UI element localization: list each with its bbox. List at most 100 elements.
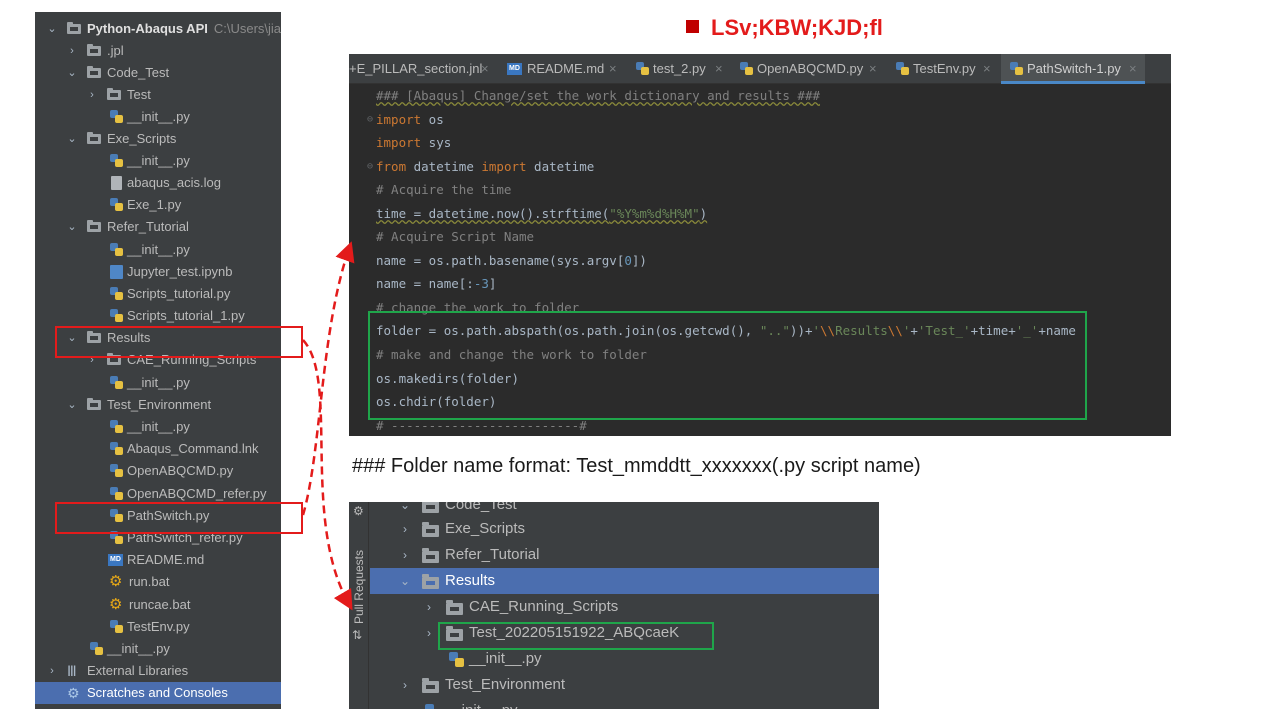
tree-item-jpl[interactable]: › .jpl [35, 40, 281, 62]
tree-item-label: __init__.py [127, 242, 190, 257]
code-comment: # Acquire Script Name [376, 229, 535, 244]
results-item-label: Exe_Scripts [445, 520, 526, 537]
code-text: ) [699, 206, 708, 221]
chevron-down-icon[interactable]: ⌄ [398, 568, 412, 594]
chevron-right-icon[interactable]: › [422, 594, 436, 620]
tree-item-exe-1[interactable]: Exe_1.py [35, 194, 281, 216]
code-keyword: import [376, 135, 422, 150]
results-item-label: Test_Environment [445, 676, 566, 693]
code-text: sys [421, 135, 452, 150]
chevron-right-icon[interactable]: › [45, 660, 59, 682]
settings-icon[interactable]: ⚙ [353, 504, 364, 518]
tree-item-init-root[interactable]: __init__.py [35, 638, 281, 660]
fold-icon[interactable]: ⊖ [367, 157, 375, 177]
pull-requests-label[interactable]: Pull Requests [352, 537, 366, 637]
results-item-test-environment[interactable]: › Test_Environment [370, 672, 879, 698]
tree-item-abaqus-command-lnk[interactable]: Abaqus_Command.lnk [35, 438, 281, 460]
tree-item-external-libraries[interactable]: › External Libraries [35, 660, 281, 682]
code-text: time = datetime.now().strftime( [376, 206, 610, 221]
close-icon[interactable]: × [869, 54, 877, 84]
folder-icon [422, 678, 440, 693]
tree-item-init[interactable]: __init__.py [35, 106, 281, 128]
tree-item-scratches-and-consoles[interactable]: Scratches and Consoles [35, 682, 281, 704]
tab-e-pillar-section[interactable]: +E_PILLAR_section.jnl × [349, 54, 495, 84]
chevron-right-icon[interactable]: › [422, 620, 436, 646]
code-text: name = os.path.basename(sys.argv[ [376, 253, 625, 268]
results-item-label: Refer_Tutorial [445, 546, 540, 563]
results-item-refer-tutorial[interactable]: › Refer_Tutorial [370, 542, 879, 568]
tab-openabqcmd[interactable]: OpenABQCMD.py × [737, 54, 885, 84]
python-file-icon [895, 62, 909, 76]
chevron-down-icon[interactable]: ⌄ [65, 128, 79, 150]
close-icon[interactable]: × [983, 54, 991, 84]
pull-request-icon[interactable]: ⇅ [352, 628, 362, 642]
tab-label: TestEnv.py [913, 61, 976, 76]
chevron-right-icon[interactable]: › [85, 84, 99, 106]
chevron-right-icon[interactable]: › [65, 40, 79, 62]
notebook-file-icon [109, 265, 125, 279]
tree-item-label: Test_Environment [107, 397, 212, 412]
tree-item-abaqus-acis-log[interactable]: abaqus_acis.log [35, 172, 281, 194]
chevron-down-icon[interactable]: ⌄ [45, 18, 59, 40]
code-comment: # -------------------------# [376, 418, 587, 433]
shortcut-file-icon [109, 442, 125, 456]
tree-item-openabqcmd[interactable]: OpenABQCMD.py [35, 460, 281, 482]
tree-item-testenv[interactable]: TestEnv.py [35, 616, 281, 638]
results-item-exe-scripts[interactable]: › Exe_Scripts [370, 516, 879, 542]
slide-title-text: LSv;KBW;KJD;fl [711, 15, 883, 40]
tree-item-label: __init__.py [127, 153, 190, 168]
results-item-cae-running-scripts[interactable]: › CAE_Running_Scripts [370, 594, 879, 620]
tree-item-exe-scripts[interactable]: ⌄ Exe_Scripts [35, 128, 281, 150]
close-icon[interactable]: × [1129, 54, 1137, 84]
tree-item-label: Exe_Scripts [107, 131, 177, 146]
tree-item-label: Test [127, 87, 151, 102]
tree-item-code-test[interactable]: ⌄ Code_Test [35, 62, 281, 84]
tree-item-readme[interactable]: README.md [35, 549, 281, 571]
chevron-right-icon[interactable]: › [398, 672, 412, 698]
code-text: os [421, 112, 444, 127]
chevron-down-icon[interactable]: ⌄ [65, 62, 79, 84]
results-item-init[interactable]: __init__.py [370, 698, 879, 709]
chevron-down-icon[interactable]: ⌄ [65, 394, 79, 416]
close-icon[interactable]: × [481, 54, 489, 84]
tree-item-init[interactable]: __init__.py [35, 150, 281, 172]
chevron-down-icon[interactable]: ⌄ [65, 216, 79, 238]
tab-pathswitch-1[interactable]: PathSwitch-1.py × [1001, 54, 1145, 84]
tab-readme[interactable]: README.md × [505, 54, 625, 84]
text-file-icon [109, 176, 125, 190]
tree-item-test[interactable]: › Test [35, 84, 281, 106]
tree-item-scripts-tutorial-1[interactable]: Scripts_tutorial_1.py [35, 305, 281, 327]
tree-item-init[interactable]: __init__.py [35, 239, 281, 261]
chevron-right-icon[interactable]: › [398, 516, 412, 542]
tab-label: PathSwitch-1.py [1027, 61, 1121, 76]
tree-item-run-bat[interactable]: run.bat [35, 571, 281, 593]
results-item-results[interactable]: ⌄ Results [370, 568, 879, 594]
tree-item-init[interactable]: __init__.py [35, 416, 281, 438]
results-tree-panel: ⚙ Pull Requests ⇅ ⌄ Code_Test › Exe_Scri… [349, 502, 879, 709]
chevron-right-icon[interactable]: › [398, 542, 412, 568]
pathswitch-highlight-box [55, 502, 303, 534]
tree-item-init[interactable]: __init__.py [35, 372, 281, 394]
tree-item-label: __init__.py [127, 419, 190, 434]
tree-item-scripts-tutorial[interactable]: Scripts_tutorial.py [35, 283, 281, 305]
code-keyword: import [481, 159, 527, 174]
close-icon[interactable]: × [609, 54, 617, 84]
tab-testenv[interactable]: TestEnv.py × [893, 54, 1001, 84]
folder-icon [422, 574, 440, 589]
tab-test-2[interactable]: test_2.py × [633, 54, 733, 84]
fold-icon[interactable]: ⊖ [367, 110, 375, 130]
tree-item-test-environment[interactable]: ⌄ Test_Environment [35, 394, 281, 416]
tree-item-label: Scratches and Consoles [87, 685, 228, 700]
tree-item-runcae-bat[interactable]: runcae.bat [35, 594, 281, 616]
tree-root[interactable]: ⌄ Python-Abaqus API C:\Users\jia [35, 18, 281, 40]
results-item-label: Results [445, 572, 496, 589]
tree-item-jupyter-test[interactable]: Jupyter_test.ipynb [35, 261, 281, 283]
code-text: datetime [406, 159, 482, 174]
tree-item-label: __init__.py [107, 641, 170, 656]
tree-item-refer-tutorial[interactable]: ⌄ Refer_Tutorial [35, 216, 281, 238]
close-icon[interactable]: × [715, 54, 723, 84]
tab-label: OpenABQCMD.py [757, 61, 864, 76]
tree-item-label: runcae.bat [129, 597, 191, 612]
tree-root-label: Python-Abaqus API [87, 21, 208, 36]
tree-item-label: __init__.py [127, 375, 190, 390]
